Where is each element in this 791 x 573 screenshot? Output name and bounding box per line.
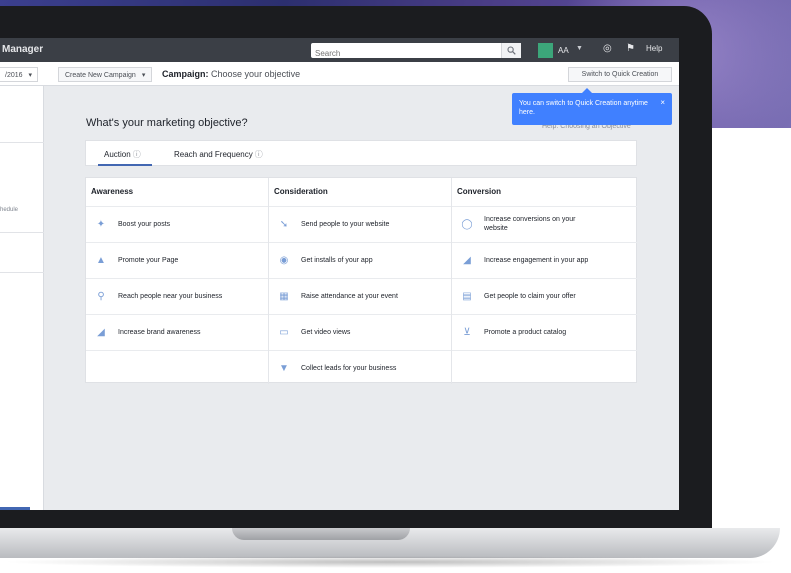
tooltip-text: You can switch to Quick Creation anytime… [519, 100, 648, 116]
offer-icon: ▤ [462, 291, 472, 302]
app-install-icon: ◉ [279, 255, 289, 266]
objective-brand-awareness[interactable]: ◢ Increase brand awareness [86, 314, 268, 350]
objective-label: Get video views [301, 329, 351, 336]
objective-label: Increase engagement in your app [484, 257, 589, 264]
app-screen: Manager AA ▼ ◎ ⚑ Help /2016▾ Create Ne [0, 38, 679, 510]
objective-label: Boost your posts [118, 221, 171, 228]
left-sidebar: hedule [0, 86, 44, 510]
account-label: AA [558, 46, 569, 55]
search-box[interactable] [311, 43, 521, 61]
info-icon: ⓘ [254, 150, 263, 159]
empty-cell [86, 350, 268, 384]
avatar [538, 43, 553, 58]
laptop-shadow [0, 556, 780, 568]
megaphone-icon: ◢ [97, 327, 105, 338]
globe-icon[interactable]: ◎ [603, 43, 612, 54]
tab-reach-frequency[interactable]: Reach and Frequency ⓘ [174, 149, 263, 160]
quick-creation-tooltip: You can switch to Quick Creation anytime… [512, 88, 672, 125]
objective-label: Raise attendance at your event [301, 293, 398, 300]
objective-local-awareness[interactable]: ⚲ Reach people near your business [86, 278, 268, 314]
column-conversion: Conversion ◯ Increase conversions on you… [452, 178, 638, 384]
objective-app-installs[interactable]: ◉ Get installs of your app [269, 242, 451, 278]
objective-label: Collect leads for your business [301, 365, 397, 372]
help-link[interactable]: Help [646, 44, 662, 53]
globe-icon: ◯ [461, 219, 473, 230]
objective-label: Get installs of your app [301, 257, 373, 264]
page-title: Campaign: Choose your objective [162, 69, 300, 79]
column-awareness: Awareness ✦ Boost your posts ▲ Promote y… [86, 178, 269, 384]
objective-product-catalog[interactable]: ⊻ Promote a product catalog [452, 314, 638, 350]
chevron-down-icon: ▾ [141, 72, 146, 79]
active-tab-indicator [98, 164, 152, 166]
objective-table: Awareness ✦ Boost your posts ▲ Promote y… [85, 177, 638, 384]
create-campaign-label: Create New Campaign [65, 72, 136, 79]
sidebar-divider [0, 232, 44, 233]
cart-icon: ⊻ [463, 327, 471, 338]
objective-label: Get people to claim your offer [484, 293, 576, 300]
video-icon: ▭ [279, 327, 289, 338]
objective-offer-claims[interactable]: ▤ Get people to claim your offer [452, 278, 638, 314]
sidebar-divider [0, 272, 44, 273]
boost-icon: ✦ [96, 219, 106, 230]
column-header: Consideration [274, 187, 328, 196]
column-consideration: Consideration ➘ Send people to your webs… [269, 178, 452, 384]
location-pin-icon: ⚲ [97, 291, 105, 302]
chevron-down-icon: ▼ [576, 45, 583, 52]
objective-label: Send people to your website [301, 221, 390, 228]
info-icon: ⓘ [132, 150, 141, 159]
date-select[interactable]: /2016 ▾ [0, 67, 39, 82]
quick-creation-button[interactable]: Switch to Quick Creation [568, 67, 672, 82]
objective-lead-generation[interactable]: ▼ Collect leads for your business [269, 350, 451, 384]
date-select-label: /2016 [5, 72, 23, 79]
objective-traffic[interactable]: ➘ Send people to your website [269, 206, 451, 242]
create-campaign-dropdown[interactable]: Create New Campaign ▾ [58, 67, 153, 82]
objective-label: Increase conversions on your website [484, 216, 576, 232]
cursor-icon: ➘ [279, 219, 289, 230]
calendar-icon: ▦ [279, 291, 289, 302]
top-bar: Manager AA ▼ ◎ ⚑ Help [0, 38, 679, 62]
objective-event-responses[interactable]: ▦ Raise attendance at your event [269, 278, 451, 314]
column-header: Awareness [91, 187, 134, 196]
search-button[interactable] [501, 43, 521, 58]
close-icon[interactable]: × [660, 98, 665, 107]
objective-promote-page[interactable]: ▲ Promote your Page [86, 242, 268, 278]
objective-video-views[interactable]: ▭ Get video views [269, 314, 451, 350]
objective-app-engagement[interactable]: ◢ Increase engagement in your app [452, 242, 638, 278]
column-header: Conversion [457, 187, 502, 196]
objective-label: Reach people near your business [118, 293, 223, 300]
campaign-bar: /2016 ▾ Create New Campaign ▾ Campaign: Ch… [0, 62, 679, 86]
stage: Manager AA ▼ ◎ ⚑ Help /2016▾ Create Ne [0, 0, 791, 573]
tab-label: Auction [104, 150, 131, 159]
thumbs-up-icon: ▲ [96, 255, 106, 266]
objective-boost-posts[interactable]: ✦ Boost your posts [86, 206, 268, 242]
objective-question: What's your marketing objective? [86, 117, 248, 129]
megaphone-icon: ◢ [463, 255, 471, 266]
objective-label: Promote a product catalog [484, 329, 567, 336]
sidebar-divider [0, 142, 44, 143]
objective-conversions[interactable]: ◯ Increase conversions on your website [452, 206, 638, 242]
app-title: Manager [2, 44, 44, 55]
laptop-notch [232, 528, 410, 540]
flag-icon[interactable]: ⚑ [626, 43, 635, 54]
campaign-prefix: Campaign: [162, 69, 209, 79]
tab-auction[interactable]: Auction ⓘ [104, 149, 141, 160]
empty-cell [452, 350, 638, 384]
campaign-step: Choose your objective [211, 69, 301, 79]
tab-label: Reach and Frequency [174, 150, 253, 159]
objective-label: Increase brand awareness [118, 329, 201, 336]
objective-label: Promote your Page [118, 257, 179, 264]
buying-type-tabs: Auction ⓘ Reach and Frequency ⓘ [85, 140, 637, 166]
sidebar-active-indicator [0, 507, 30, 510]
search-input[interactable] [311, 46, 491, 61]
funnel-icon: ▼ [279, 363, 289, 374]
account-switcher[interactable]: AA ▼ [538, 43, 594, 58]
sidebar-item-schedule[interactable]: hedule [0, 207, 18, 213]
search-icon [507, 46, 516, 55]
chevron-down-icon: ▾ [28, 72, 33, 79]
